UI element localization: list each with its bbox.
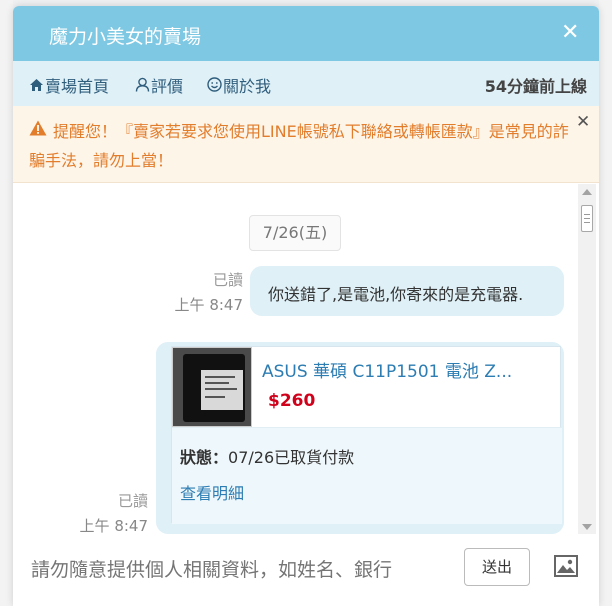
user-icon xyxy=(133,77,151,96)
product-price: $260 xyxy=(268,391,316,411)
date-separator: 7/26(五) xyxy=(249,215,341,251)
view-details-link[interactable]: 查看明細 xyxy=(180,480,244,504)
read-receipt: 已讀 xyxy=(212,271,243,289)
message-input[interactable] xyxy=(31,555,471,585)
nav-home-link[interactable]: 賣場首頁 xyxy=(27,73,109,97)
order-status: 狀態：07/26已取貨付款 xyxy=(180,448,355,467)
message-bubble: 你送錯了,是電池,你寄來的是充電器. xyxy=(250,266,564,316)
home-icon xyxy=(27,78,45,96)
nav-rating-link[interactable]: 評價 xyxy=(133,73,183,97)
chat-window: 魔力小美女的賣場 ✕ 賣場首頁 評價 關於我 54分鐘前上線 提醒您！『賣家若要… xyxy=(13,6,599,606)
smile-icon xyxy=(205,77,223,96)
background-page-left xyxy=(0,0,13,606)
message-time: 上午 8:47 xyxy=(174,296,243,314)
read-receipt: 已讀 xyxy=(117,492,148,510)
warning-text: 提醒您！『賣家若要求您使用LINE帳號私下聯絡或轉帳匯款』是常見的詐騙手法，請勿… xyxy=(29,122,569,170)
message-composer: 送出 xyxy=(13,534,599,606)
send-button[interactable]: 送出 xyxy=(464,548,530,586)
close-icon[interactable]: ✕ xyxy=(561,20,579,45)
warning-close-icon[interactable]: ✕ xyxy=(576,112,590,132)
nav-about-link[interactable]: 關於我 xyxy=(205,73,271,97)
nav-about-label: 關於我 xyxy=(223,77,272,96)
battery-image xyxy=(183,354,245,422)
scroll-down-arrow[interactable] xyxy=(582,524,592,530)
scam-warning-banner: 提醒您！『賣家若要求您使用LINE帳號私下聯絡或轉帳匯款』是常見的詐騙手法，請勿… xyxy=(13,106,599,183)
message-time: 上午 8:47 xyxy=(79,517,148,534)
scroll-thumb[interactable] xyxy=(581,205,593,232)
product-thumbnail[interactable] xyxy=(172,347,252,427)
order-status-section: 狀態：07/26已取貨付款 查看明細 xyxy=(172,428,562,524)
seller-nav: 賣場首頁 評價 關於我 54分鐘前上線 xyxy=(13,61,599,106)
chat-scrollbar[interactable] xyxy=(578,184,596,534)
nav-rating-label: 評價 xyxy=(151,77,184,96)
background-page-right xyxy=(599,0,612,606)
product-card[interactable]: ASUS 華碩 C11P1501 電池 Z... $260 狀態：07/26已取… xyxy=(171,346,562,524)
window-title: 魔力小美女的賣場 xyxy=(49,26,202,48)
scroll-up-arrow[interactable] xyxy=(582,189,592,195)
message-list[interactable]: 7/26(五) 已讀 上午 8:47 你送錯了,是電池,你寄來的是充電器. AS… xyxy=(13,184,599,534)
message-text: 你送錯了,是電池,你寄來的是充電器. xyxy=(268,285,524,304)
title-bar: 魔力小美女的賣場 ✕ xyxy=(13,6,599,61)
image-icon[interactable] xyxy=(554,555,578,577)
last-online-status: 54分鐘前上線 xyxy=(484,77,587,96)
product-name-link[interactable]: ASUS 華碩 C11P1501 電池 Z... xyxy=(262,357,512,382)
nav-home-label: 賣場首頁 xyxy=(45,77,110,96)
